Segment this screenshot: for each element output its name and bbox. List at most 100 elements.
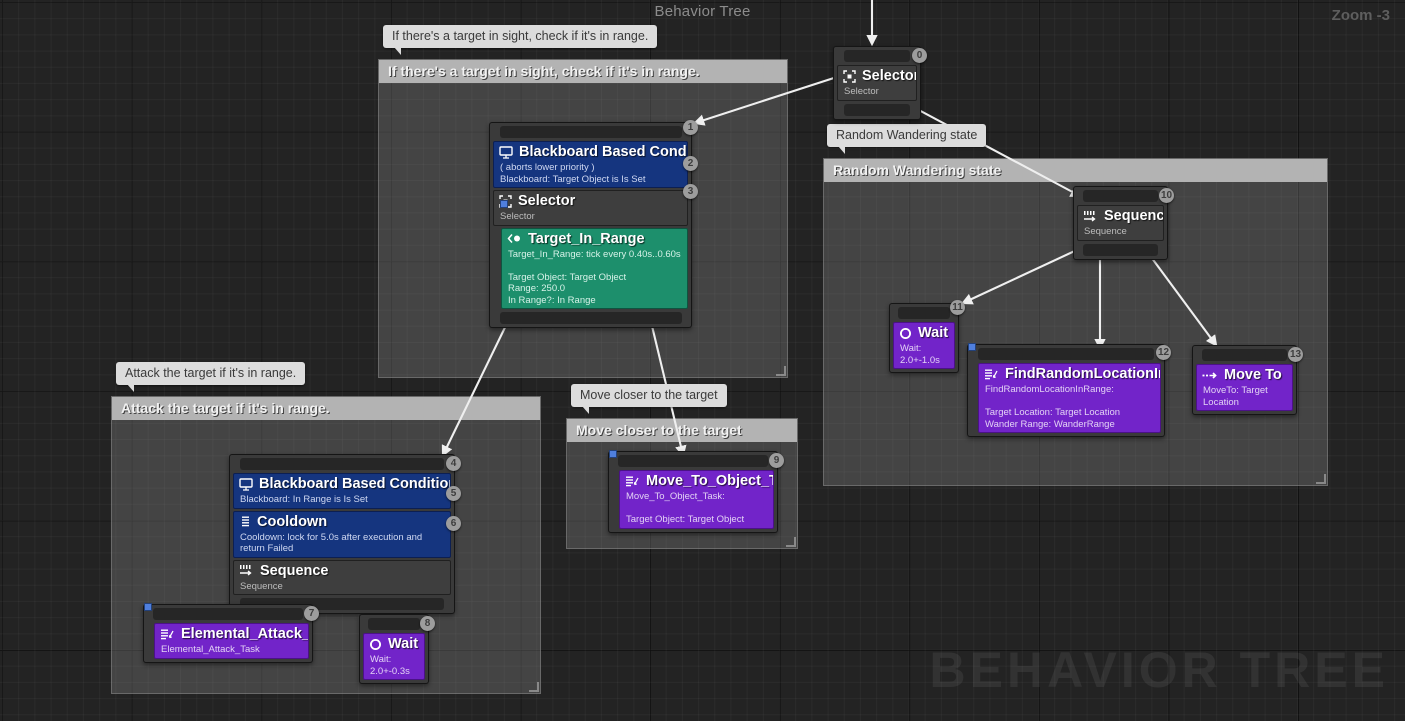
- node-move-to-object-task[interactable]: Move_To_Object_Task Move_To_Object_Task:…: [608, 450, 784, 533]
- node-row-blackboard-based-condition[interactable]: Blackboard Based Condition ( aborts lowe…: [493, 141, 688, 188]
- node-title-text: Blackboard Based Condition: [519, 144, 687, 160]
- node-row-target-in-range-service[interactable]: Target_In_Range Target_In_Range: tick ev…: [501, 227, 688, 309]
- node-body[interactable]: Selector Selector: [833, 46, 921, 120]
- node-index-badge: 6: [446, 516, 461, 531]
- node-index-badge: 2: [683, 156, 698, 171]
- comment-title: Move closer to the target: [567, 419, 797, 442]
- node-index-badge: 5: [446, 486, 461, 501]
- node-row-move-to[interactable]: Move To MoveTo: Target Location: [1196, 364, 1293, 411]
- node-output-pin[interactable]: [1083, 243, 1158, 256]
- wait-icon: [899, 327, 912, 340]
- node-input-pin[interactable]: [368, 618, 420, 630]
- node-row-title: Selector: [494, 191, 687, 211]
- node-index-badge: 7: [304, 606, 319, 621]
- moveto-icon: [1202, 370, 1218, 381]
- node-row-sub: Selector: [500, 211, 535, 222]
- node-wait-attack[interactable]: Wait Wait: 2.0+-0.3s 8: [359, 614, 435, 684]
- node-row-cooldown[interactable]: Cooldown Cooldown: lock for 5.0s after e…: [233, 510, 451, 558]
- node-row-move-to-object-task[interactable]: Move_To_Object_Task Move_To_Object_Task:…: [619, 470, 774, 529]
- node-row-wait[interactable]: Wait Wait: 2.0+-1.0s: [893, 322, 955, 369]
- node-index-badge: 1: [683, 120, 698, 135]
- node-row-title: FindRandomLocationInRange: [979, 364, 1160, 384]
- wait-icon: [369, 638, 382, 651]
- node-input-pin[interactable]: [844, 50, 910, 62]
- node-elemental-attack-task[interactable]: Elemental_Attack_Task Elemental_Attack_T…: [143, 603, 319, 663]
- node-input-pin[interactable]: [1083, 190, 1158, 202]
- node-row-find-random-location[interactable]: FindRandomLocationInRange FindRandomLoca…: [978, 363, 1161, 433]
- node-wait-wander[interactable]: Wait Wait: 2.0+-1.0s 11: [889, 300, 965, 373]
- blackboard-icon: [239, 477, 253, 491]
- node-title-text: Move To: [1224, 367, 1282, 383]
- node-row-wait[interactable]: Wait Wait: 2.0+-0.3s: [363, 633, 425, 680]
- node-title-text: Target_In_Range: [528, 230, 645, 247]
- node-title-text: Sequence: [1104, 208, 1164, 224]
- node-row-sequence[interactable]: Sequence Sequence: [233, 559, 451, 595]
- tooltip-target-in-sight: If there's a target in sight, check if i…: [383, 25, 658, 55]
- node-body[interactable]: Move_To_Object_Task Move_To_Object_Task:…: [608, 451, 778, 533]
- node-body[interactable]: Wait Wait: 2.0+-1.0s: [889, 303, 959, 373]
- node-body[interactable]: Wait Wait: 2.0+-0.3s: [359, 614, 429, 684]
- node-index-badge: 10: [1159, 188, 1174, 203]
- blackboard-key-marker: [500, 200, 508, 208]
- node-row-title: Wait: [364, 634, 424, 654]
- node-row-title: Wait: [894, 323, 954, 343]
- node-row-sub: Move_To_Object_Task: Target Object: Targ…: [626, 491, 745, 525]
- node-title-text: Move_To_Object_Task: [646, 473, 773, 489]
- zoom-level-indicator: Zoom -3: [1331, 7, 1390, 24]
- node-input-pin[interactable]: [240, 458, 444, 470]
- node-title-text: Selector: [862, 68, 917, 84]
- node-input-pin[interactable]: [618, 455, 768, 467]
- node-title-text: Wait: [918, 325, 949, 341]
- comment-resize-handle[interactable]: [529, 682, 539, 692]
- node-root-selector[interactable]: Selector Selector 0: [833, 46, 927, 120]
- node-title-text: Elemental_Attack_Task: [181, 626, 308, 642]
- node-row-sub: Elemental_Attack_Task: [161, 644, 260, 655]
- node-row-selector[interactable]: Selector Selector: [493, 190, 688, 226]
- node-row-sub: Target_In_Range: tick every 0.40s..0.60s…: [508, 248, 681, 306]
- node-input-pin[interactable]: [153, 608, 303, 620]
- comment-resize-handle[interactable]: [1316, 474, 1326, 484]
- node-index-badge: 9: [769, 453, 784, 468]
- node-row-sub: FindRandomLocationInRange: Target Locati…: [985, 384, 1121, 430]
- comment-resize-handle[interactable]: [786, 537, 796, 547]
- node-row-elemental-attack-task[interactable]: Elemental_Attack_Task Elemental_Attack_T…: [154, 623, 309, 659]
- node-row-selector[interactable]: Selector Selector: [837, 65, 917, 101]
- node-move-to[interactable]: Move To MoveTo: Target Location 13: [1192, 345, 1303, 415]
- task-icon: [625, 475, 640, 488]
- node-body[interactable]: Elemental_Attack_Task Elemental_Attack_T…: [143, 604, 313, 663]
- comment-resize-handle[interactable]: [776, 366, 786, 376]
- comment-title: If there's a target in sight, check if i…: [379, 60, 787, 83]
- tooltip-move-closer: Move closer to the target: [571, 384, 727, 414]
- sequence-icon: [239, 564, 254, 577]
- cooldown-icon: [239, 515, 251, 528]
- node-row-title: Blackboard Based Condition: [234, 474, 450, 494]
- node-row-sub: Cooldown: lock for 5.0s after execution …: [240, 531, 423, 555]
- node-row-blackboard-based-condition[interactable]: Blackboard Based Condition Blackboard: I…: [233, 473, 451, 509]
- node-find-random-location-in-range[interactable]: FindRandomLocationInRange FindRandomLoca…: [967, 343, 1171, 437]
- node-index-badge: 0: [912, 48, 927, 63]
- node-input-pin[interactable]: [1202, 349, 1287, 361]
- node-body[interactable]: Blackboard Based Condition ( aborts lowe…: [489, 122, 692, 328]
- node-row-title: Sequence: [234, 561, 450, 581]
- node-input-pin[interactable]: [898, 307, 950, 319]
- node-row-title: Target_In_Range: [502, 229, 687, 249]
- node-check-range-stack[interactable]: Blackboard Based Condition ( aborts lowe…: [489, 120, 698, 328]
- node-attack-stack[interactable]: Blackboard Based Condition Blackboard: I…: [229, 454, 461, 614]
- node-output-pin[interactable]: [844, 103, 910, 116]
- node-body[interactable]: Move To MoveTo: Target Location: [1192, 345, 1297, 415]
- blackboard-icon: [499, 145, 513, 159]
- node-row-title: Selector: [838, 66, 916, 86]
- node-row-sub: Sequence: [1084, 226, 1127, 237]
- node-wander-sequence[interactable]: Sequence Sequence 10: [1073, 186, 1174, 260]
- node-row-title: Sequence: [1078, 206, 1163, 226]
- node-body[interactable]: FindRandomLocationInRange FindRandomLoca…: [967, 344, 1165, 437]
- node-row-sequence[interactable]: Sequence Sequence: [1077, 205, 1164, 241]
- node-input-pin[interactable]: [499, 126, 682, 138]
- node-output-pin[interactable]: [499, 312, 682, 324]
- node-body[interactable]: Sequence Sequence: [1073, 186, 1168, 260]
- node-row-sub: MoveTo: Target Location: [1203, 385, 1268, 408]
- node-input-pin[interactable]: [978, 348, 1154, 360]
- node-body[interactable]: Blackboard Based Condition Blackboard: I…: [229, 454, 455, 614]
- node-row-sub: ( aborts lower priority ) Blackboard: Ta…: [500, 162, 646, 185]
- node-title-text: Cooldown: [257, 513, 328, 530]
